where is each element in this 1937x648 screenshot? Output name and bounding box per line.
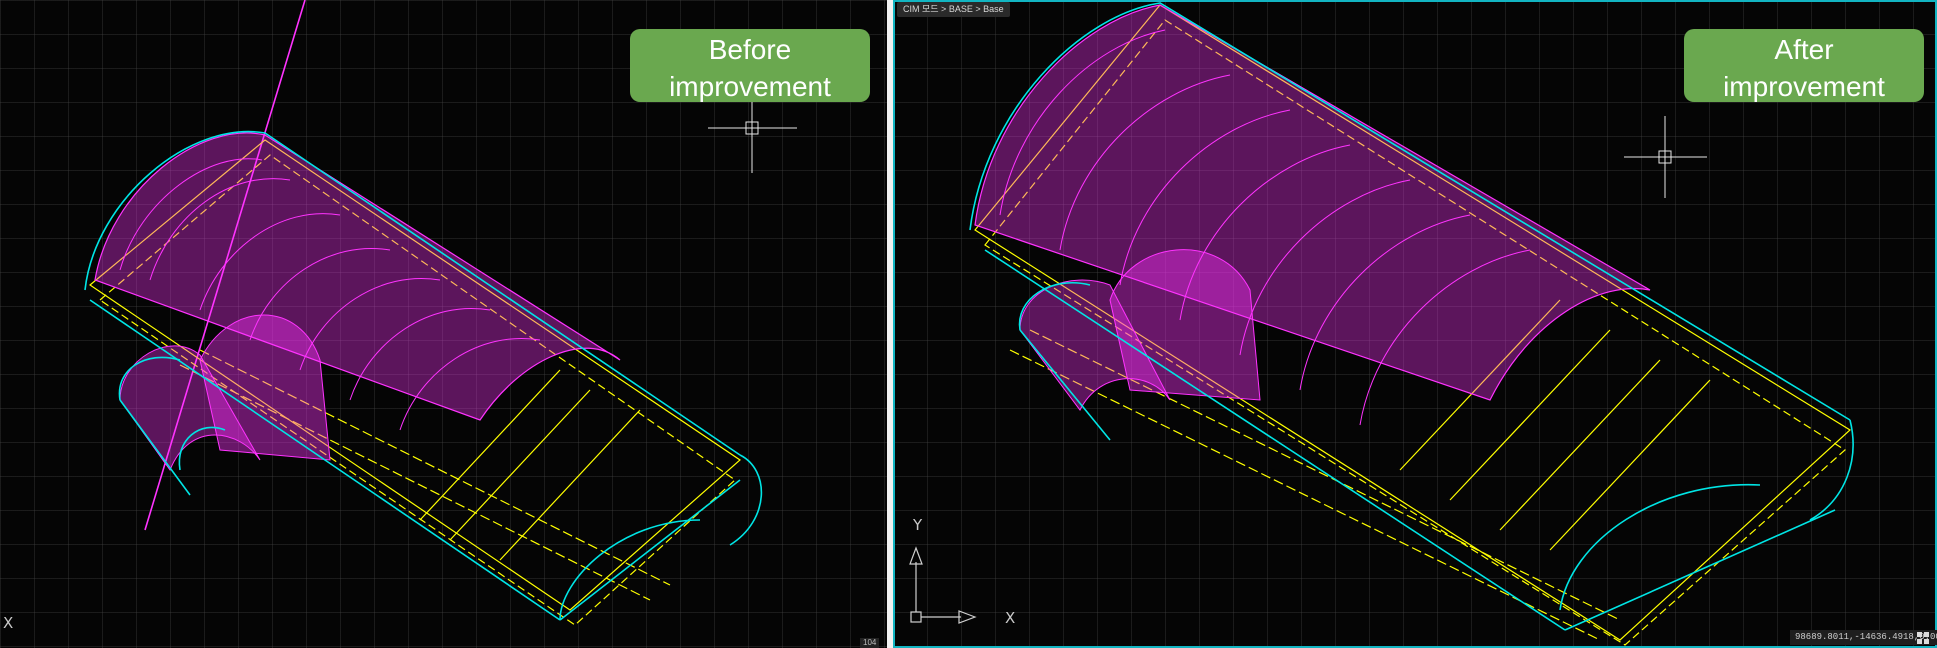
after-improvement-badge: After improvement (1684, 29, 1924, 102)
coordinate-readout: 98689.8011,-14636.4918,0.0000 (1790, 630, 1937, 645)
ucs-x-label: X (1005, 609, 1016, 627)
before-improvement-badge: Before improvement (630, 29, 870, 102)
axis-x-label-before: X (3, 614, 14, 632)
corner-readout-before: 104 (860, 638, 880, 648)
grid-settings-icon[interactable] (1916, 631, 1930, 645)
ucs-y-label: Y (913, 516, 923, 534)
breadcrumb[interactable]: CIM 모드 > BASE > Base (897, 2, 1010, 17)
